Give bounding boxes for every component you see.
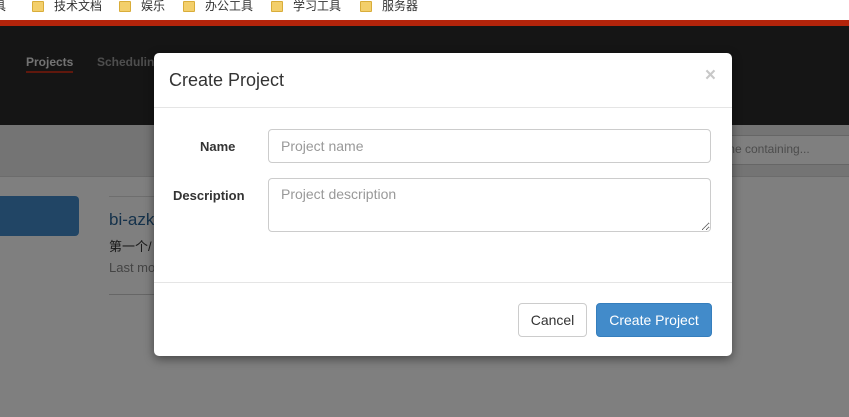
folder-icon (32, 0, 44, 12)
bookmark-folder-tech-docs[interactable]: 技术文档 (32, 0, 102, 15)
modal-title: Create Project (169, 70, 285, 90)
bookmark-label: 技术文档 (54, 0, 103, 13)
bookmarks-bar: 具 技术文档 娱乐 办公工具 学习工具 服务器 (0, 0, 849, 20)
modal-footer: Cancel Create Project (154, 282, 732, 356)
bookmark-folder-servers[interactable]: 服务器 (360, 0, 418, 15)
bookmark-label: 办公工具 (205, 0, 254, 13)
close-icon[interactable]: × (705, 66, 716, 86)
folder-icon (183, 0, 195, 12)
bookmark-folder-entertainment[interactable]: 娱乐 (119, 0, 165, 15)
cancel-button[interactable]: Cancel (518, 303, 587, 337)
bookmark-label: 服务器 (382, 0, 419, 13)
create-project-button[interactable]: Create Project (596, 303, 712, 337)
bookmark-item[interactable]: 具 (0, 0, 6, 15)
bookmark-folder-office-tools[interactable]: 办公工具 (183, 0, 253, 15)
folder-icon (360, 0, 372, 12)
name-label: Name (200, 139, 236, 154)
bookmark-label: 学习工具 (293, 0, 342, 13)
folder-icon (119, 0, 131, 12)
bookmark-label: 具 (0, 0, 7, 13)
folder-icon (271, 0, 283, 12)
create-project-modal: Create Project × Name Description Cancel… (154, 53, 732, 356)
modal-header: Create Project × (154, 53, 732, 108)
bookmark-label: 娱乐 (141, 0, 166, 13)
project-description-input[interactable] (268, 178, 711, 232)
project-name-input[interactable] (268, 129, 711, 163)
bookmark-folder-learning-tools[interactable]: 学习工具 (271, 0, 341, 15)
description-label: Description (173, 188, 245, 203)
